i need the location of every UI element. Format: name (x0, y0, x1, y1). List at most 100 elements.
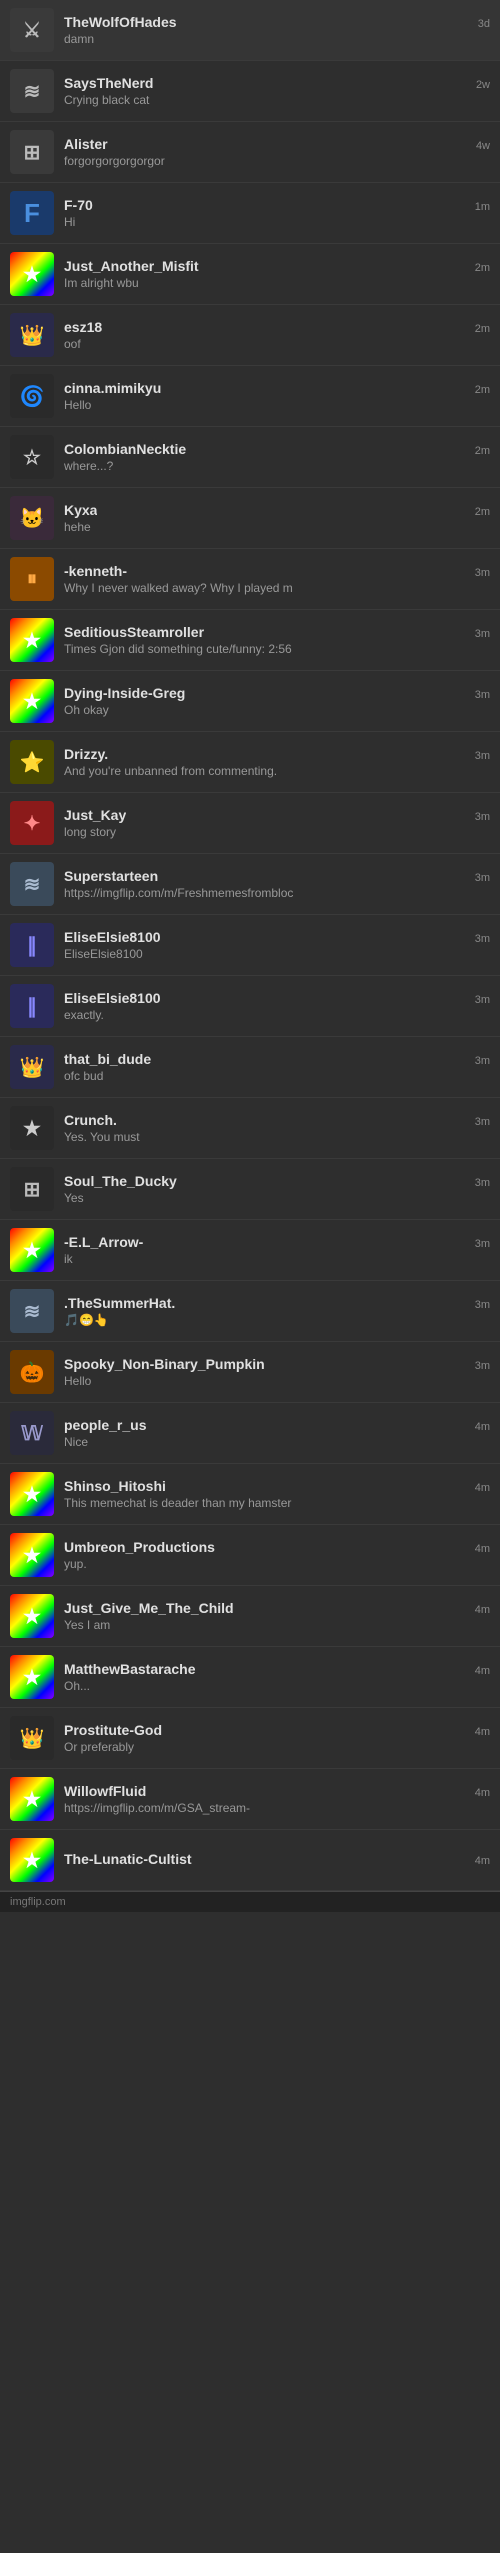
chat-item[interactable]: 𝕎 people_r_us 4m Nice (0, 1403, 500, 1464)
chat-top: -kenneth- 3m (64, 563, 490, 579)
avatar: ≋ (10, 1289, 54, 1333)
avatar: ∥ (10, 923, 54, 967)
chat-top: Just_Another_Misfit 2m (64, 258, 490, 274)
chat-content: -E.L_Arrow- 3m ik (64, 1234, 490, 1266)
chat-item[interactable]: ★ SeditiousSteamroller 3m Times Gjon did… (0, 610, 500, 671)
chat-item[interactable]: ⚔ TheWolfOfHades 3d damn (0, 0, 500, 61)
timestamp: 4m (475, 1604, 490, 1616)
chat-content: Just_Give_Me_The_Child 4m Yes I am (64, 1600, 490, 1632)
chat-item[interactable]: 👑 esz18 2m oof (0, 305, 500, 366)
chat-item[interactable]: ★ -E.L_Arrow- 3m ik (0, 1220, 500, 1281)
avatar: ≋ (10, 69, 54, 113)
avatar: ☆ (10, 435, 54, 479)
chat-top: Shinso_Hitoshi 4m (64, 1478, 490, 1494)
last-message: Yes (64, 1191, 454, 1205)
chat-item[interactable]: 🎃 Spooky_Non-Binary_Pumpkin 3m Hello (0, 1342, 500, 1403)
chat-item[interactable]: 👑 Prostitute-God 4m Or preferably (0, 1708, 500, 1769)
chat-item[interactable]: ⊞ Alister 4w forgorgorgorgorgor (0, 122, 500, 183)
chat-content: that_bi_dude 3m ofc bud (64, 1051, 490, 1083)
chat-list: ⚔ TheWolfOfHades 3d damn ≋ SaysTheNerd 2… (0, 0, 500, 1891)
chat-item[interactable]: ★ Just_Another_Misfit 2m Im alright wbu (0, 244, 500, 305)
timestamp: 3m (475, 933, 490, 945)
chat-content: Alister 4w forgorgorgorgorgor (64, 136, 490, 168)
avatar: F (10, 191, 54, 235)
avatar: ⭐ (10, 740, 54, 784)
last-message: Crying black cat (64, 93, 454, 107)
username: EliseElsie8100 (64, 929, 161, 945)
chat-item[interactable]: 🐱 Kyxa 2m hehe (0, 488, 500, 549)
timestamp: 3m (475, 994, 490, 1006)
chat-item[interactable]: ★ Shinso_Hitoshi 4m This memechat is dea… (0, 1464, 500, 1525)
chat-top: MatthewBastarache 4m (64, 1661, 490, 1677)
username: Just_Kay (64, 807, 126, 823)
chat-content: Kyxa 2m hehe (64, 502, 490, 534)
chat-content: WillowfFluid 4m https://imgflip.com/m/GS… (64, 1783, 490, 1815)
last-message: Nice (64, 1435, 454, 1449)
chat-content: Just_Another_Misfit 2m Im alright wbu (64, 258, 490, 290)
chat-content: Shinso_Hitoshi 4m This memechat is deade… (64, 1478, 490, 1510)
username: .TheSummerHat. (64, 1295, 175, 1311)
chat-item[interactable]: ☆ ColombianNecktie 2m where...? (0, 427, 500, 488)
chat-item[interactable]: ★ MatthewBastarache 4m Oh... (0, 1647, 500, 1708)
chat-content: EliseElsie8100 3m exactly. (64, 990, 490, 1022)
chat-item[interactable]: ≋ .TheSummerHat. 3m 🎵😁👆 (0, 1281, 500, 1342)
chat-item[interactable]: 🌀 cinna.mimikyu 2m Hello (0, 366, 500, 427)
chat-item[interactable]: ⏸ -kenneth- 3m Why I never walked away? … (0, 549, 500, 610)
timestamp: 3m (475, 750, 490, 762)
avatar: ⊞ (10, 1167, 54, 1211)
chat-content: Spooky_Non-Binary_Pumpkin 3m Hello (64, 1356, 490, 1388)
chat-item[interactable]: ★ Dying-Inside-Greg 3m Oh okay (0, 671, 500, 732)
chat-item[interactable]: ∥ EliseElsie8100 3m EliseElsie8100 (0, 915, 500, 976)
chat-item[interactable]: ✦ Just_Kay 3m long story (0, 793, 500, 854)
avatar: ≋ (10, 862, 54, 906)
timestamp: 2m (475, 506, 490, 518)
last-message: Times Gjon did something cute/funny: 2:5… (64, 642, 454, 656)
avatar: ★ (10, 1106, 54, 1150)
chat-item[interactable]: ≋ Superstarteen 3m https://imgflip.com/m… (0, 854, 500, 915)
chat-item[interactable]: ★ The-Lunatic-Cultist 4m (0, 1830, 500, 1891)
timestamp: 3m (475, 1238, 490, 1250)
username: Dying-Inside-Greg (64, 685, 185, 701)
chat-top: WillowfFluid 4m (64, 1783, 490, 1799)
username: Superstarteen (64, 868, 158, 884)
chat-item[interactable]: ⊞ Soul_The_Ducky 3m Yes (0, 1159, 500, 1220)
username: Crunch. (64, 1112, 117, 1128)
timestamp: 4m (475, 1665, 490, 1677)
chat-item[interactable]: ★ Umbreon_Productions 4m yup. (0, 1525, 500, 1586)
timestamp: 2m (475, 384, 490, 396)
chat-content: F-70 1m Hi (64, 197, 490, 229)
chat-item[interactable]: ★ Crunch. 3m Yes. You must (0, 1098, 500, 1159)
chat-item[interactable]: ⭐ Drizzy. 3m And you're unbanned from co… (0, 732, 500, 793)
username: SaysTheNerd (64, 75, 153, 91)
avatar: ★ (10, 1838, 54, 1882)
avatar: ★ (10, 252, 54, 296)
chat-content: SaysTheNerd 2w Crying black cat (64, 75, 490, 107)
last-message: https://imgflip.com/m/GSA_stream- (64, 1801, 454, 1815)
chat-top: people_r_us 4m (64, 1417, 490, 1433)
avatar: 𝕎 (10, 1411, 54, 1455)
avatar: 👑 (10, 1716, 54, 1760)
chat-content: .TheSummerHat. 3m 🎵😁👆 (64, 1295, 490, 1327)
last-message: damn (64, 32, 454, 46)
chat-item[interactable]: ★ Just_Give_Me_The_Child 4m Yes I am (0, 1586, 500, 1647)
username: Kyxa (64, 502, 97, 518)
chat-item[interactable]: ∥ EliseElsie8100 3m exactly. (0, 976, 500, 1037)
chat-item[interactable]: ≋ SaysTheNerd 2w Crying black cat (0, 61, 500, 122)
chat-top: esz18 2m (64, 319, 490, 335)
last-message: This memechat is deader than my hamster (64, 1496, 454, 1510)
timestamp: 3m (475, 1299, 490, 1311)
username: people_r_us (64, 1417, 146, 1433)
chat-content: -kenneth- 3m Why I never walked away? Wh… (64, 563, 490, 595)
chat-item[interactable]: F F-70 1m Hi (0, 183, 500, 244)
chat-content: Prostitute-God 4m Or preferably (64, 1722, 490, 1754)
avatar: ★ (10, 1228, 54, 1272)
chat-top: -E.L_Arrow- 3m (64, 1234, 490, 1250)
last-message: 🎵😁👆 (64, 1313, 454, 1327)
avatar: ★ (10, 1533, 54, 1577)
chat-top: Just_Kay 3m (64, 807, 490, 823)
last-message: Hello (64, 1374, 454, 1388)
avatar: 👑 (10, 313, 54, 357)
chat-item[interactable]: 👑 that_bi_dude 3m ofc bud (0, 1037, 500, 1098)
chat-item[interactable]: ★ WillowfFluid 4m https://imgflip.com/m/… (0, 1769, 500, 1830)
chat-top: Just_Give_Me_The_Child 4m (64, 1600, 490, 1616)
